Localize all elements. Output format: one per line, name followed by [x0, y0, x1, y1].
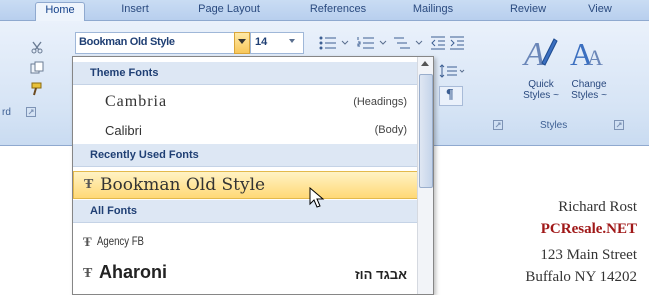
quick-styles-label-2: Styles ~: [523, 90, 559, 101]
font-size-dropdown-icon[interactable]: [289, 39, 295, 43]
quick-styles-button[interactable]: Quick Styles ~: [518, 79, 564, 101]
scrollbar-thumb[interactable]: [419, 74, 433, 188]
styles-dialog-launcher-icon[interactable]: [614, 120, 624, 130]
font-item-aharoni[interactable]: Ŧ Aharoni אבגד הוז: [73, 257, 417, 291]
truetype-icon: Ŧ: [83, 266, 93, 281]
cut-icon[interactable]: [30, 40, 44, 54]
truetype-icon: Ŧ: [84, 177, 94, 192]
svg-text:A: A: [587, 45, 603, 70]
font-item-name: Bookman Old Style: [100, 175, 266, 195]
font-item-tag: (Headings): [353, 96, 407, 108]
change-styles-button[interactable]: Change Styles ~: [566, 79, 612, 101]
pilcrow-icon: ¶: [446, 87, 454, 102]
font-item-sample: אבגד הוז: [354, 267, 407, 282]
increase-indent-icon[interactable]: [449, 35, 465, 51]
change-styles-icon[interactable]: A A: [568, 33, 606, 73]
theme-fonts-header: Theme Fonts: [73, 62, 417, 85]
font-name-dropdown-button[interactable]: [234, 32, 250, 54]
svg-text:A: A: [522, 36, 545, 73]
font-item-agency-fb[interactable]: Ŧ Agency FB: [73, 226, 417, 256]
font-dropdown-list: Theme Fonts Cambria (Headings) Calibri (…: [72, 56, 434, 295]
font-item-calibri[interactable]: Calibri (Body): [73, 118, 417, 142]
tab-review[interactable]: Review: [503, 2, 553, 20]
address-company: PCResale.NET: [540, 221, 637, 237]
tab-page-layout[interactable]: Page Layout: [185, 2, 273, 20]
paragraph-dialog-launcher-icon[interactable]: [493, 120, 503, 130]
font-name-value: Bookman Old Style: [79, 36, 175, 48]
font-item-tag: (Body): [374, 124, 407, 136]
quick-styles-icon[interactable]: A: [520, 33, 558, 73]
address-name: Richard Rost: [558, 199, 637, 215]
numbering-icon[interactable]: [356, 35, 390, 51]
line-spacing-icon[interactable]: [439, 63, 467, 79]
truetype-icon: Ŧ: [83, 234, 92, 249]
quick-styles-label-1: Quick: [528, 79, 554, 90]
font-item-name: Aharoni: [99, 262, 168, 282]
tab-home[interactable]: Home: [35, 2, 85, 21]
font-item-bookman-old-style[interactable]: Ŧ Bookman Old Style: [73, 171, 419, 199]
chevron-down-icon: [238, 39, 246, 44]
clipboard-group-label: rd: [2, 107, 11, 118]
font-item-name: Calibri: [105, 123, 142, 138]
font-size-value: 14: [255, 36, 268, 48]
tab-view[interactable]: View: [580, 2, 620, 20]
dropdown-scrollbar[interactable]: [417, 57, 433, 294]
bullets-icon[interactable]: [318, 35, 352, 51]
tab-insert[interactable]: Insert: [112, 2, 158, 20]
font-item-name: Cambria: [105, 93, 168, 110]
font-item-cambria[interactable]: Cambria (Headings): [73, 88, 417, 116]
tab-mailings[interactable]: Mailings: [405, 2, 461, 20]
address-city: Buffalo NY 14202: [525, 269, 637, 285]
scroll-up-icon[interactable]: [421, 61, 429, 66]
multilevel-list-icon[interactable]: [392, 35, 426, 51]
font-size-box[interactable]: 14: [250, 32, 304, 54]
copy-icon[interactable]: [30, 61, 44, 75]
tab-references[interactable]: References: [298, 2, 378, 20]
address-street: 123 Main Street: [540, 247, 637, 263]
recent-fonts-header: Recently Used Fonts: [73, 144, 417, 167]
mouse-cursor-icon: [309, 187, 325, 208]
show-hide-button[interactable]: ¶: [439, 86, 463, 106]
decrease-indent-icon[interactable]: [430, 35, 446, 51]
styles-group-label: Styles: [540, 120, 568, 131]
ribbon-tab-strip: Home Insert Page Layout References Maili…: [0, 0, 649, 21]
all-fonts-header: All Fonts: [73, 200, 417, 223]
change-styles-label-1: Change: [571, 79, 607, 90]
format-painter-icon[interactable]: [30, 82, 44, 96]
dialog-launcher-icon[interactable]: [26, 107, 36, 117]
change-styles-label-2: Styles ~: [571, 90, 607, 101]
font-item-name: Agency FB: [97, 234, 144, 248]
font-name-box[interactable]: Bookman Old Style: [75, 32, 259, 54]
